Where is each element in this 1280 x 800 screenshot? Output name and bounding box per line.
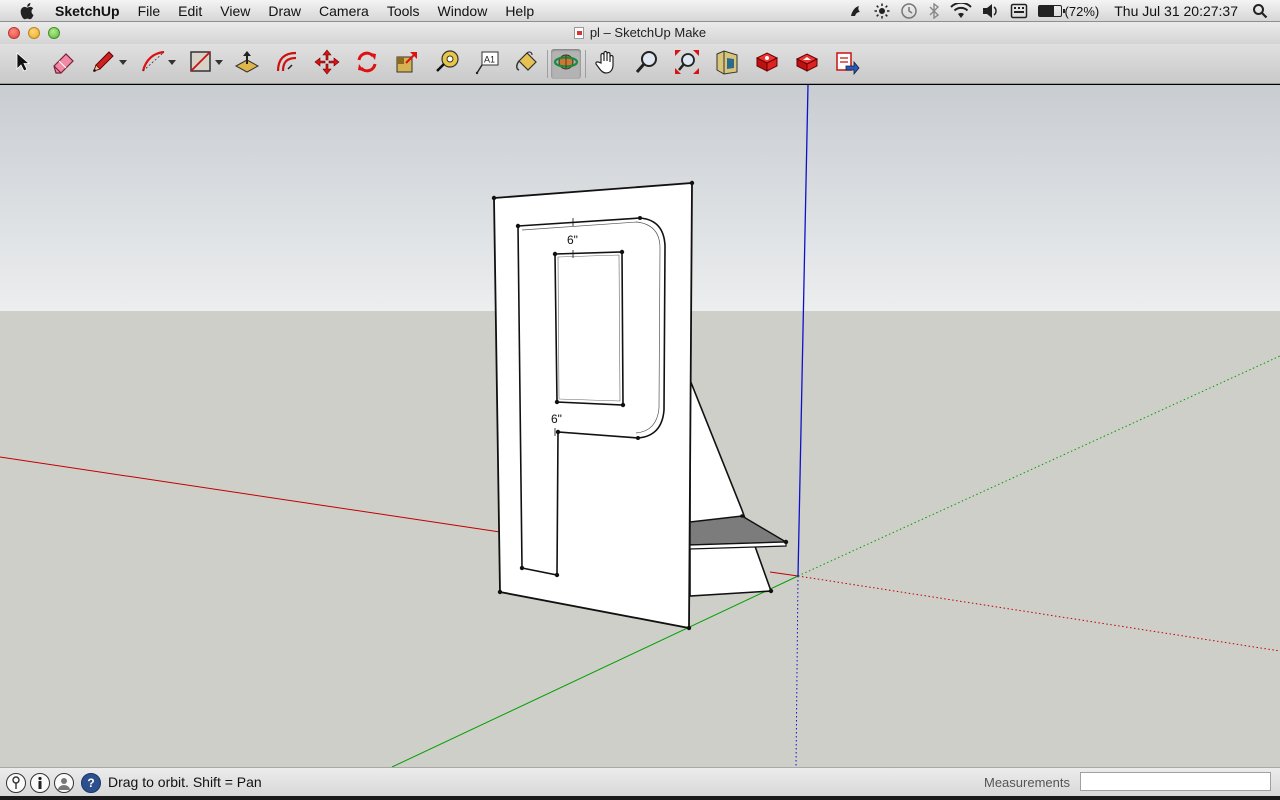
zoom-extents-icon <box>674 49 700 80</box>
toolbar: A1 <box>0 44 1280 84</box>
battery-percent: (72%) <box>1064 3 1100 19</box>
menu-window[interactable]: Window <box>429 0 497 22</box>
offset-tool-button[interactable] <box>272 49 302 79</box>
offset-icon <box>274 49 300 80</box>
paint-bucket-tool-button[interactable] <box>512 49 542 79</box>
pan-tool-button[interactable] <box>592 49 622 79</box>
brightness-icon[interactable] <box>869 0 895 22</box>
magnifier-icon <box>634 49 660 80</box>
extension-warehouse-button[interactable] <box>752 49 782 79</box>
zoom-window-button[interactable] <box>48 27 60 39</box>
extension-icon <box>754 49 780 80</box>
rectangle-tool-button[interactable] <box>186 49 216 79</box>
apple-icon[interactable] <box>18 0 38 22</box>
rectangle-icon <box>188 49 214 80</box>
bluetooth-icon[interactable] <box>923 0 945 22</box>
menu-file[interactable]: File <box>129 0 170 22</box>
select-tool-button[interactable] <box>8 49 38 79</box>
tape-measure-icon <box>434 49 460 80</box>
pencil-icon <box>90 49 116 80</box>
paint-bucket-icon <box>514 49 540 80</box>
toolbar-separator <box>547 50 548 78</box>
line-tool-dropdown[interactable] <box>119 60 127 65</box>
clock[interactable]: Thu Jul 31 20:27:37 <box>1104 0 1248 22</box>
geolocation-icon[interactable] <box>6 773 26 793</box>
share-component-icon <box>834 49 860 80</box>
eraser-icon <box>50 49 76 80</box>
menu-app-name[interactable]: SketchUp <box>46 0 129 22</box>
3d-warehouse-button[interactable] <box>712 49 742 79</box>
zoom-extents-tool-button[interactable] <box>672 49 702 79</box>
move-icon <box>314 49 340 80</box>
model-viewport[interactable]: 6" 6" <box>0 85 1280 767</box>
dimension-label-top: 6" <box>567 233 578 247</box>
help-icon[interactable]: ? <box>81 773 101 793</box>
menu-edit[interactable]: Edit <box>169 0 211 22</box>
window-bottom-edge <box>0 796 1280 800</box>
keyboard-input-icon[interactable] <box>1005 0 1033 22</box>
close-window-button[interactable] <box>8 27 20 39</box>
text-icon: A1 <box>474 49 500 80</box>
menu-tools[interactable]: Tools <box>378 0 429 22</box>
wifi-icon[interactable] <box>945 0 977 22</box>
share-model-icon <box>794 49 820 80</box>
menu-help[interactable]: Help <box>496 0 543 22</box>
measurements-label: Measurements <box>984 775 1070 790</box>
rotate-icon <box>354 49 380 80</box>
dimension-label-left: 6" <box>551 412 562 426</box>
status-hint-text: Drag to orbit. Shift = Pan <box>108 774 262 790</box>
menu-camera[interactable]: Camera <box>310 0 378 22</box>
credits-info-icon[interactable] <box>30 773 50 793</box>
battery-icon <box>1037 5 1065 17</box>
user-account-icon[interactable] <box>54 773 74 793</box>
svg-text:A1: A1 <box>484 54 495 64</box>
move-tool-button[interactable] <box>312 49 342 79</box>
document-icon <box>573 26 584 39</box>
menu-draw[interactable]: Draw <box>259 0 310 22</box>
orbit-icon <box>553 49 579 80</box>
letter-p-counter <box>554 251 624 406</box>
status-menus: (72%) Thu Jul 31 20:27:37 <box>843 0 1280 22</box>
toolbar-separator <box>585 50 586 78</box>
arc-tool-button[interactable] <box>138 49 168 79</box>
push-pull-tool-button[interactable] <box>232 49 262 79</box>
zoom-tool-button[interactable] <box>632 49 662 79</box>
measurements-input[interactable] <box>1080 772 1271 791</box>
share-model-button[interactable] <box>792 49 822 79</box>
rotate-tool-button[interactable] <box>352 49 382 79</box>
hand-icon <box>594 49 620 80</box>
eraser-tool-button[interactable] <box>48 49 78 79</box>
arc-icon <box>140 49 166 80</box>
window-title: pl – SketchUp Make <box>589 25 707 40</box>
tape-measure-tool-button[interactable] <box>432 49 462 79</box>
growl-icon[interactable] <box>843 0 869 22</box>
window-title-bar: pl – SketchUp Make <box>0 22 1280 44</box>
push-pull-icon <box>234 49 260 80</box>
arc-tool-dropdown[interactable] <box>168 60 176 65</box>
battery-indicator[interactable]: (72%) <box>1033 0 1105 22</box>
spotlight-icon[interactable] <box>1248 0 1280 22</box>
rectangle-tool-dropdown[interactable] <box>215 60 223 65</box>
scale-icon <box>394 49 420 80</box>
scale-tool-button[interactable] <box>392 49 422 79</box>
warehouse-icon <box>714 49 740 80</box>
orbit-tool-button[interactable] <box>551 49 581 79</box>
text-tool-button[interactable]: A1 <box>472 49 502 79</box>
volume-icon[interactable] <box>977 0 1005 22</box>
time-machine-icon[interactable] <box>895 0 923 22</box>
menu-bar: SketchUp File Edit View Draw Camera Tool… <box>0 0 1280 22</box>
arrow-cursor-icon <box>13 51 33 78</box>
minimize-window-button[interactable] <box>28 27 40 39</box>
line-tool-button[interactable] <box>88 49 118 79</box>
menu-view[interactable]: View <box>211 0 259 22</box>
model-canvas[interactable]: 6" 6" <box>0 85 1280 767</box>
status-bar: ? Drag to orbit. Shift = Pan Measurement… <box>0 767 1280 796</box>
share-component-button[interactable] <box>832 49 862 79</box>
